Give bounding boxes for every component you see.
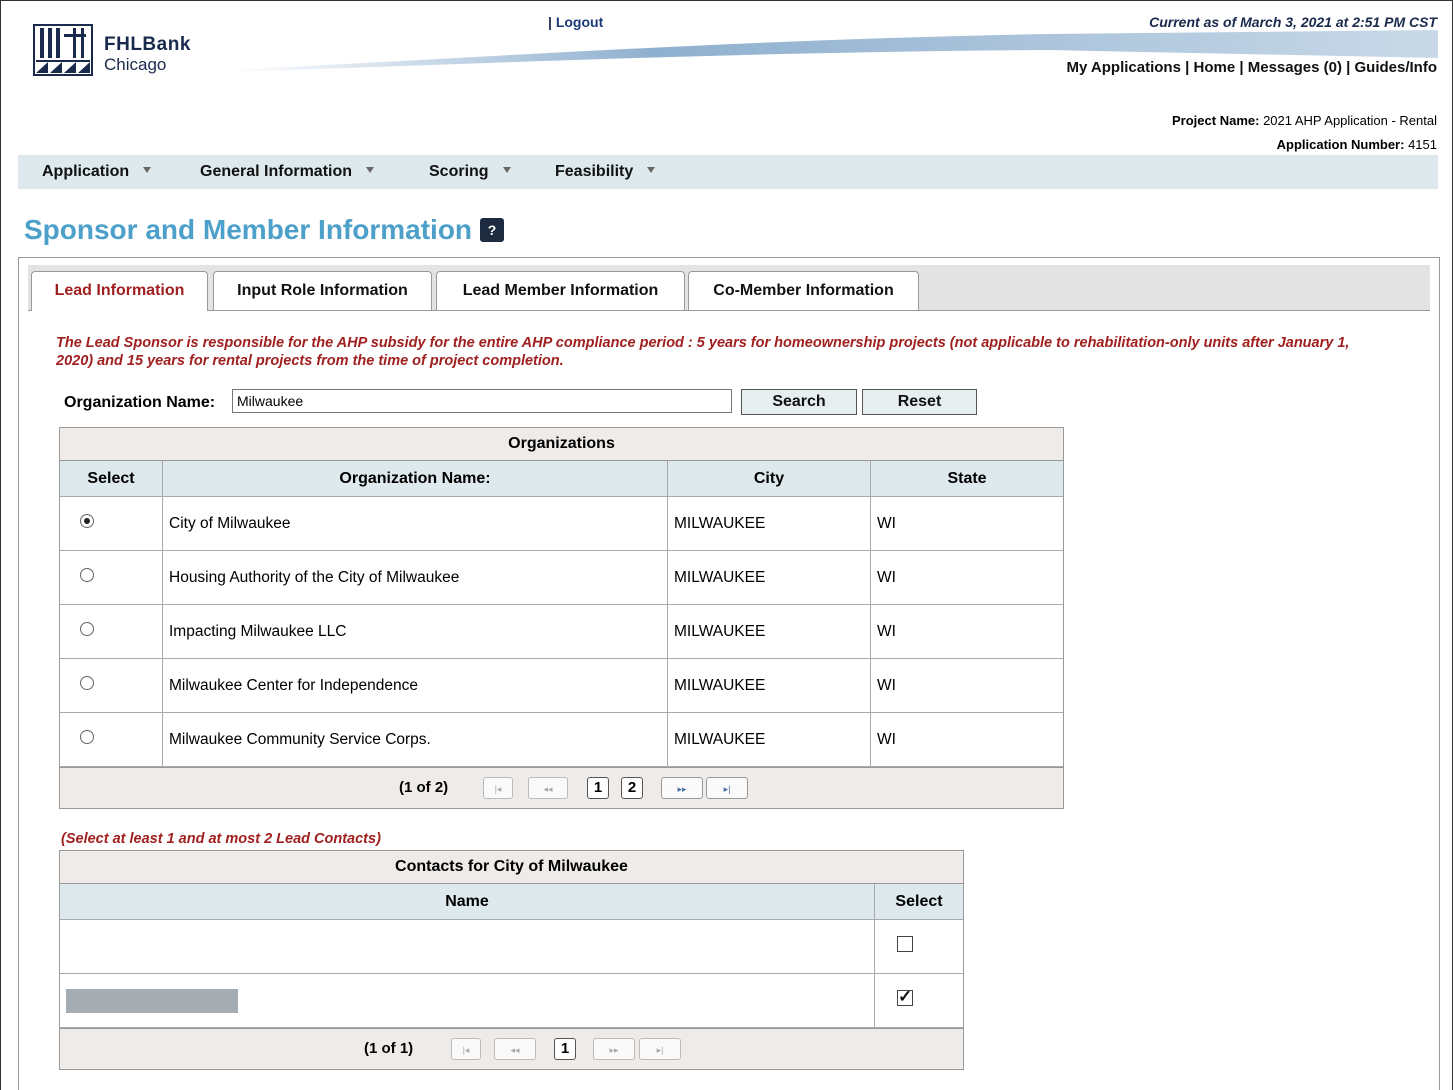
contacts-caption: Contacts for City of Milwaukee — [60, 851, 963, 884]
org-radio[interactable] — [80, 568, 94, 582]
contacts-pager: (1 of 1) |◂ ◂◂ 1 ▸▸ ▸| — [60, 1028, 963, 1069]
table-row — [60, 973, 963, 1028]
col-organization-name[interactable]: Organization Name: — [162, 461, 668, 497]
tab-strip: Lead Information Input Role Information … — [28, 265, 1430, 311]
org-state: WI — [870, 658, 1063, 713]
tab-input-role-information[interactable]: Input Role Information — [213, 271, 432, 310]
next-page-icon[interactable]: ▸▸ — [661, 777, 703, 799]
lead-sponsor-notice: The Lead Sponsor is responsible for the … — [56, 335, 1350, 369]
table-row: Housing Authority of the City of Milwauk… — [60, 550, 1063, 605]
col-state[interactable]: State — [870, 461, 1063, 497]
contact-name — [60, 919, 875, 974]
tab-co-member-information[interactable]: Co-Member Information — [688, 271, 919, 310]
application-number-value: 4151 — [1408, 137, 1437, 152]
col-select: Select — [60, 461, 163, 497]
org-name: Housing Authority of the City of Milwauk… — [162, 550, 668, 605]
org-radio[interactable] — [80, 622, 94, 636]
org-radio[interactable] — [80, 676, 94, 690]
page-title: Sponsor and Member Information? — [24, 214, 505, 246]
tab-lead-member-information[interactable]: Lead Member Information — [436, 271, 685, 310]
contact-checkbox[interactable] — [897, 936, 913, 952]
col-name: Name — [60, 884, 875, 920]
menu-general-information[interactable]: General Information — [200, 155, 375, 189]
table-row: Impacting Milwaukee LLC MILWAUKEE WI — [60, 604, 1063, 659]
menu-feasibility[interactable]: Feasibility — [555, 155, 656, 189]
org-city: MILWAUKEE — [667, 658, 871, 713]
fhlbank-logo[interactable]: FHLBank Chicago — [33, 24, 213, 76]
org-radio[interactable] — [80, 514, 94, 528]
org-name: Impacting Milwaukee LLC — [162, 604, 668, 659]
logout-link[interactable]: Logout — [556, 14, 603, 30]
project-info: Project Name: 2021 AHP Application - Ren… — [1172, 109, 1437, 157]
prev-page-icon[interactable]: ◂◂ — [494, 1038, 536, 1060]
org-city: MILWAUKEE — [667, 550, 871, 605]
org-city: MILWAUKEE — [667, 604, 871, 659]
first-page-icon[interactable]: |◂ — [483, 777, 513, 799]
table-row: Milwaukee Center for Independence MILWAU… — [60, 658, 1063, 713]
menu-application[interactable]: Application — [42, 155, 152, 189]
org-radio[interactable] — [80, 730, 94, 744]
current-as-of: Current as of March 3, 2021 at 2:51 PM C… — [1149, 14, 1437, 30]
next-page-icon[interactable]: ▸▸ — [593, 1038, 635, 1060]
org-state: WI — [870, 496, 1063, 551]
nav-home[interactable]: Home — [1194, 59, 1236, 76]
col-select: Select — [874, 884, 963, 920]
organizations-table: Organizations Select Organization Name: … — [59, 427, 1064, 809]
org-city: MILWAUKEE — [667, 712, 871, 767]
org-city: MILWAUKEE — [667, 496, 871, 551]
org-state: WI — [870, 550, 1063, 605]
search-button[interactable]: Search — [741, 389, 857, 415]
nav-messages[interactable]: Messages (0) — [1248, 59, 1342, 76]
application-number-label: Application Number: — [1276, 137, 1405, 152]
organizations-caption: Organizations — [60, 428, 1063, 461]
logo-mark-icon — [33, 24, 93, 76]
org-name: City of Milwaukee — [162, 496, 668, 551]
redacted-contact-name — [66, 988, 238, 1013]
page-2-button[interactable]: 2 — [621, 777, 643, 799]
first-page-icon[interactable]: |◂ — [451, 1038, 481, 1060]
organizations-pager: (1 of 2) |◂ ◂◂ 1 2 ▸▸ ▸| — [60, 767, 1063, 808]
project-name-label: Project Name: — [1172, 113, 1260, 128]
tab-lead-information[interactable]: Lead Information — [31, 271, 208, 311]
nav-my-applications[interactable]: My Applications — [1066, 59, 1180, 76]
col-city[interactable]: City — [667, 461, 871, 497]
pager-status: (1 of 1) — [364, 1040, 414, 1057]
brand-name: FHLBank — [104, 34, 191, 55]
logout-separator: | — [548, 14, 556, 30]
table-row: Milwaukee Community Service Corps. MILWA… — [60, 712, 1063, 767]
contacts-note: (Select at least 1 and at most 2 Lead Co… — [61, 831, 381, 847]
organization-name-label: Organization Name: — [64, 394, 216, 411]
contact-checkbox[interactable] — [897, 987, 913, 1007]
nav-guides-info[interactable]: Guides/Info — [1355, 59, 1438, 76]
chevron-down-icon — [502, 166, 511, 173]
prev-page-icon[interactable]: ◂◂ — [528, 777, 568, 799]
project-name-value: 2021 AHP Application - Rental — [1263, 113, 1437, 128]
top-nav: My Applications | Home | Messages (0) | … — [1066, 59, 1437, 76]
org-name: Milwaukee Community Service Corps. — [162, 712, 668, 767]
help-icon[interactable]: ? — [480, 217, 505, 242]
org-state: WI — [870, 604, 1063, 659]
chevron-down-icon — [366, 166, 375, 173]
table-row — [60, 919, 963, 974]
pager-status: (1 of 2) — [399, 779, 449, 796]
organization-name-input[interactable] — [232, 389, 732, 413]
org-state: WI — [870, 712, 1063, 767]
logout-area: | Logout — [548, 14, 603, 30]
page-1-button[interactable]: 1 — [554, 1038, 576, 1060]
org-name: Milwaukee Center for Independence — [162, 658, 668, 713]
page-1-button[interactable]: 1 — [587, 777, 609, 799]
table-row: City of Milwaukee MILWAUKEE WI — [60, 496, 1063, 551]
contacts-table: Contacts for City of Milwaukee Name Sele… — [59, 850, 964, 1070]
brand-city: Chicago — [104, 55, 167, 74]
last-page-icon[interactable]: ▸| — [639, 1038, 681, 1060]
chevron-down-icon — [647, 166, 656, 173]
main-menu-bar: Application General Information Scoring … — [18, 155, 1438, 189]
reset-button[interactable]: Reset — [862, 389, 977, 415]
menu-scoring[interactable]: Scoring — [429, 155, 511, 189]
last-page-icon[interactable]: ▸| — [706, 777, 748, 799]
content-panel: Lead Information Input Role Information … — [18, 257, 1440, 1090]
chevron-down-icon — [143, 166, 152, 173]
